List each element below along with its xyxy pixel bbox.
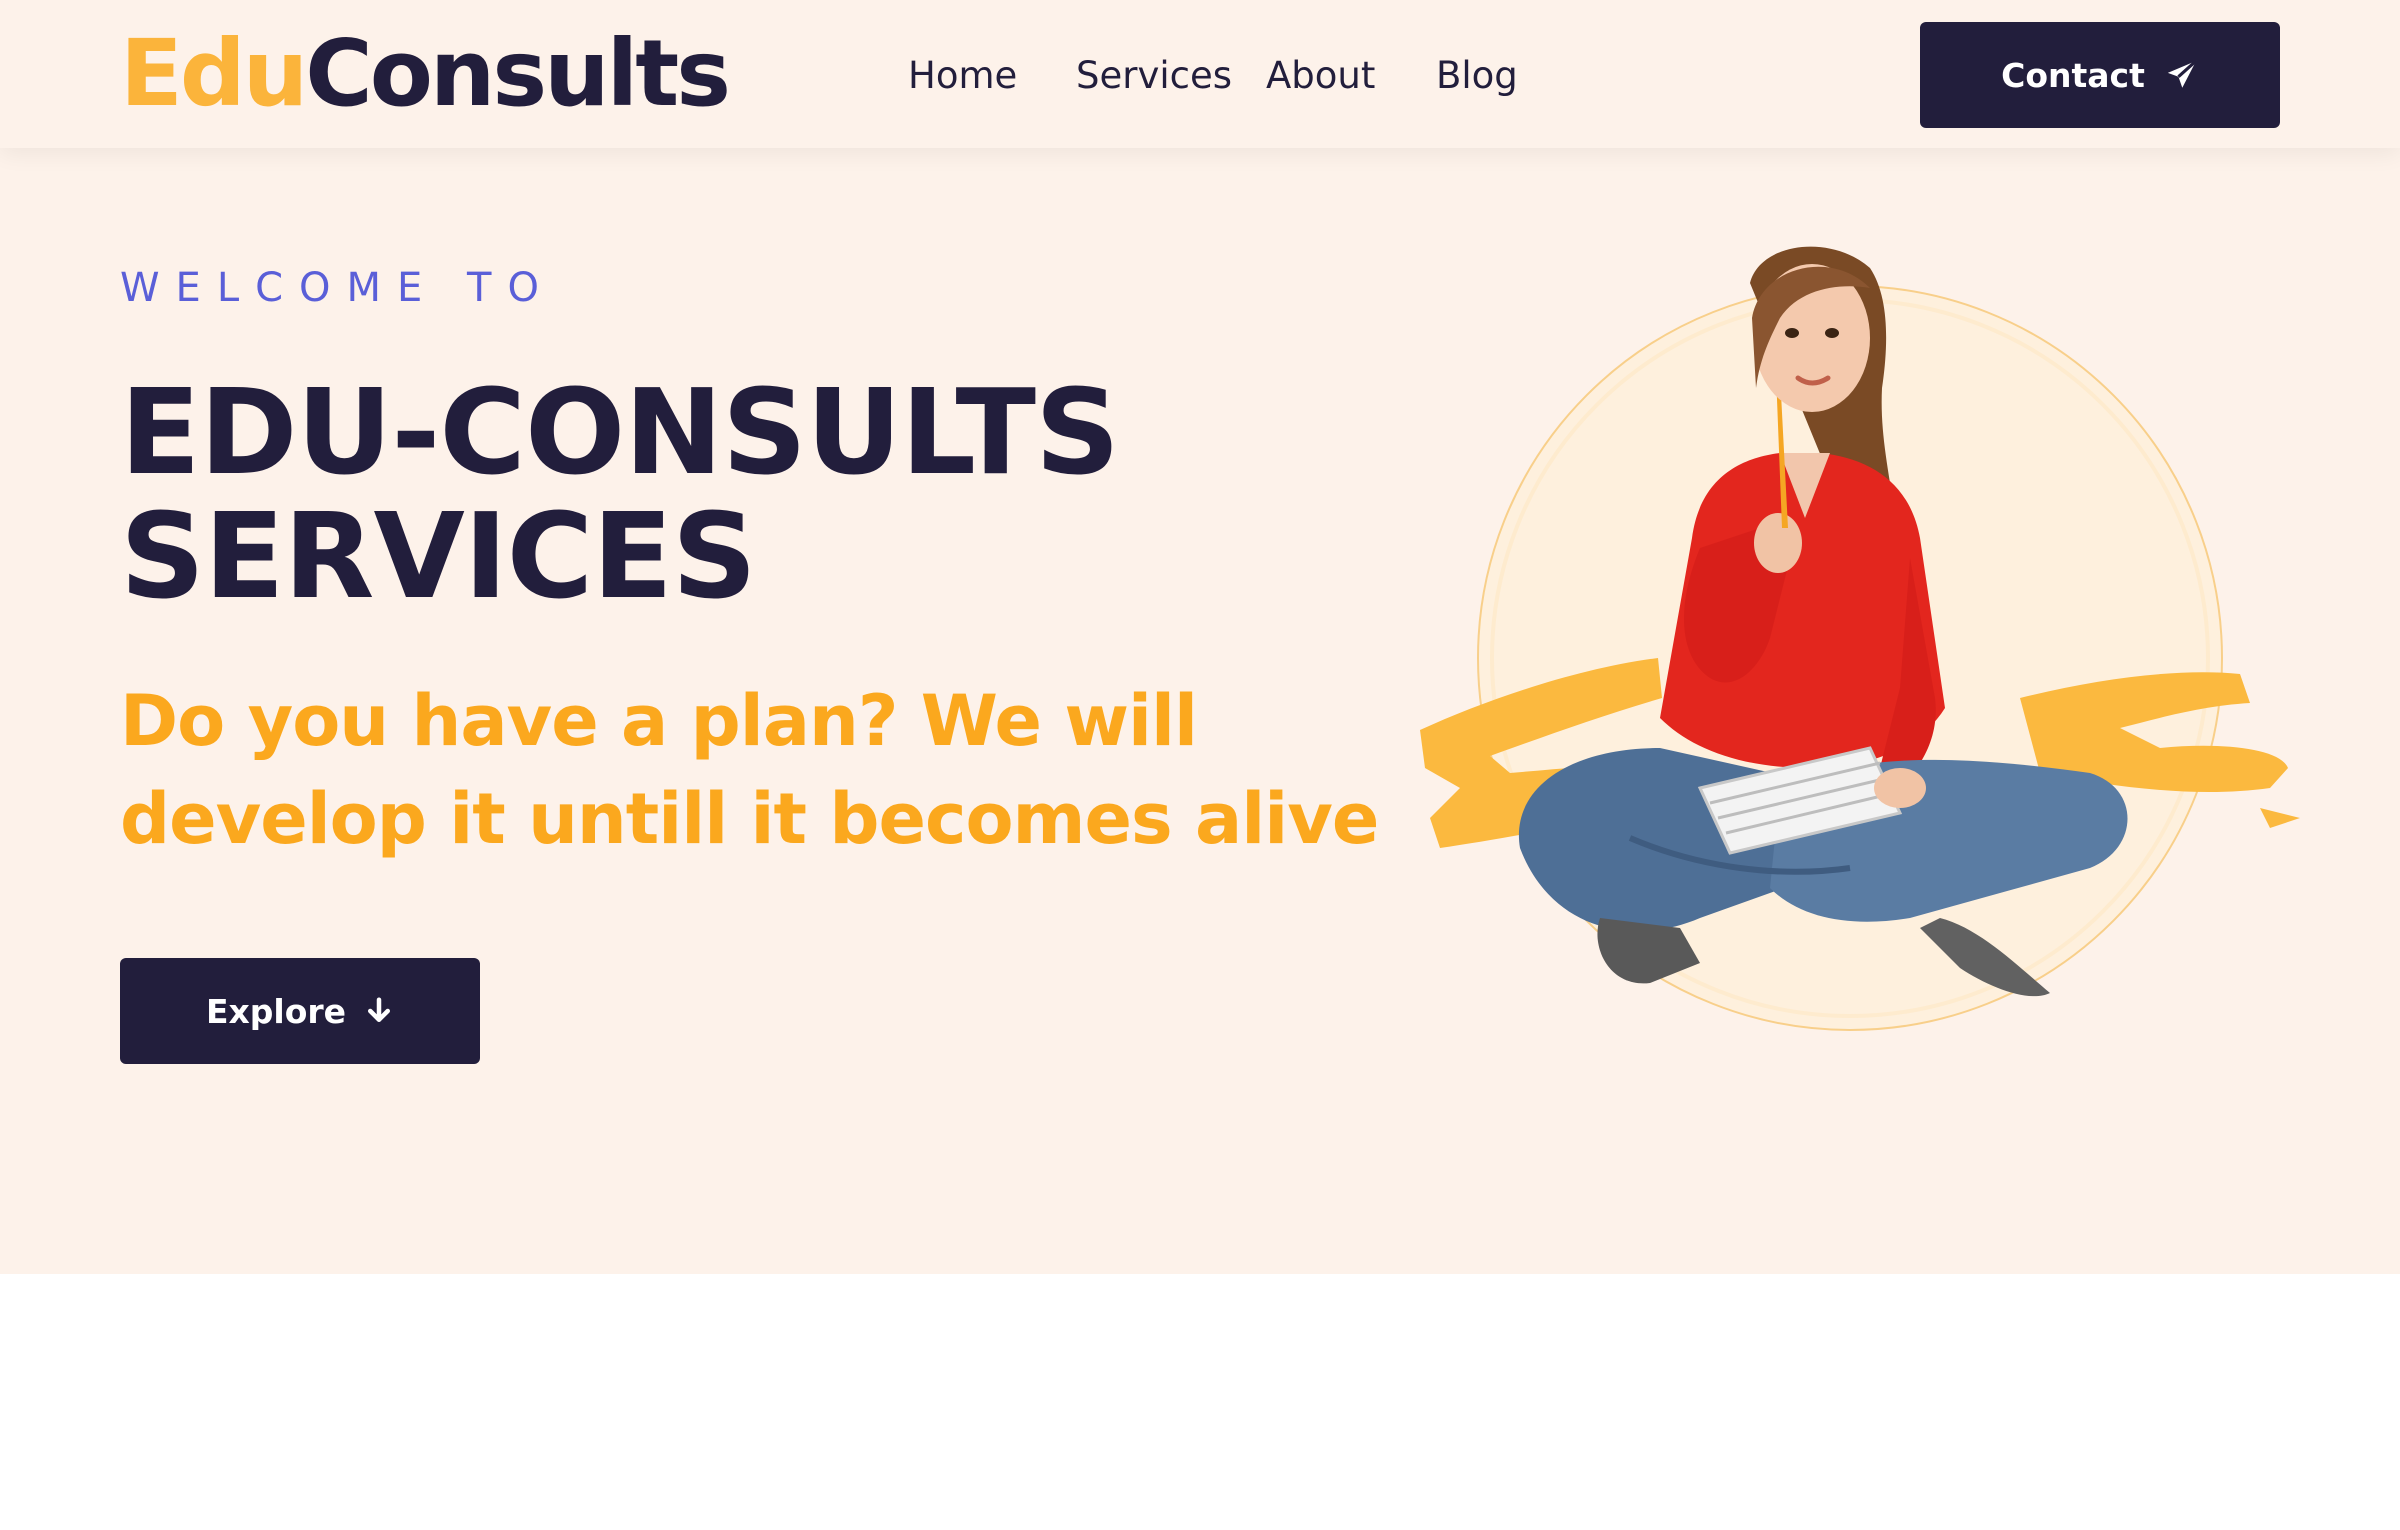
hero-illustration <box>1420 246 2300 1031</box>
hero-section: WELCOME TO EDU-CONSULTS SERVICES Do you … <box>0 148 2400 1274</box>
nav-link-about[interactable]: About <box>1266 48 1436 104</box>
hero-title-line-2: SERVICES <box>120 487 757 625</box>
logo-part-edu: Edu <box>120 20 308 127</box>
explore-button[interactable]: Explore <box>120 958 480 1064</box>
paper-plane-icon <box>2167 59 2198 88</box>
logo-part-consults: Consults <box>305 20 731 127</box>
nav-link-home[interactable]: Home <box>908 48 1076 104</box>
arrow-down-icon <box>368 997 391 1022</box>
nav-link-services[interactable]: Services <box>1076 48 1266 104</box>
hero-subtitle: Do you have a plan? We will develop it u… <box>120 680 1379 860</box>
hero-title-line-1: EDU-CONSULTS <box>120 363 1120 501</box>
contact-button[interactable]: Contact <box>1920 22 2280 128</box>
explore-button-label: Explore <box>205 991 347 1031</box>
hero-title: EDU-CONSULTS SERVICES <box>120 370 1360 618</box>
top-navbar: EduConsults Home Services About Blog Con… <box>0 0 2400 148</box>
main-nav: Home Services About Blog <box>908 48 1556 104</box>
contact-button-label: Contact <box>2001 55 2145 95</box>
nav-link-blog[interactable]: Blog <box>1436 48 1556 104</box>
site-logo[interactable]: EduConsults <box>120 18 731 130</box>
hero-eyebrow: WELCOME TO <box>120 265 555 311</box>
